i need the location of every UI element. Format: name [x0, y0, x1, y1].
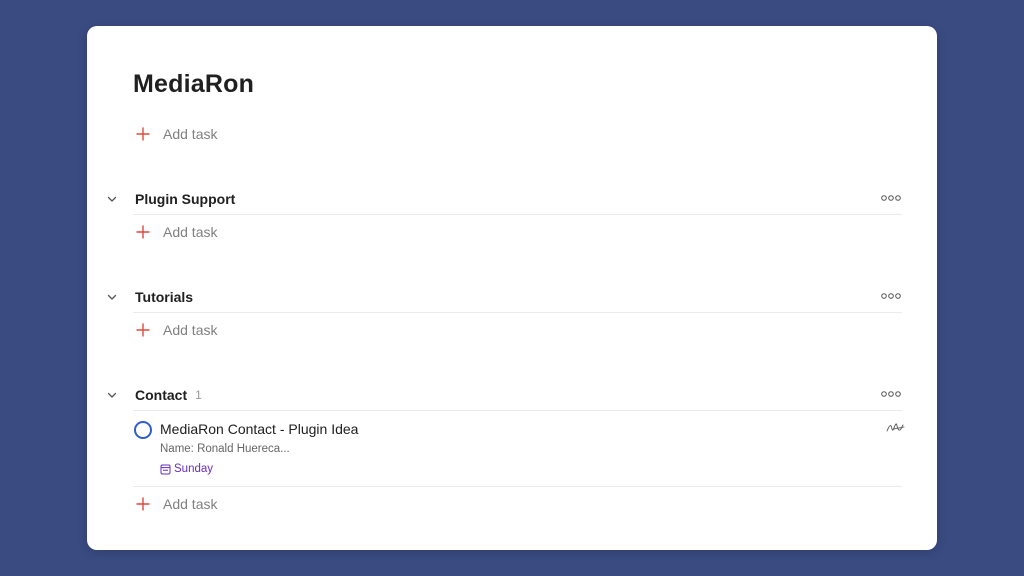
more-options-icon[interactable]	[880, 191, 902, 205]
task-checkbox[interactable]	[134, 421, 152, 439]
section-divider	[133, 214, 902, 215]
section-divider	[133, 312, 902, 313]
project-title: MediaRon	[133, 70, 255, 98]
add-task-label: Add task	[163, 126, 218, 142]
add-task-label: Add task	[163, 496, 218, 512]
task-title[interactable]: MediaRon Contact - Plugin Idea	[160, 421, 358, 437]
task-divider	[133, 486, 902, 487]
plus-icon	[136, 497, 150, 511]
section-header-tutorials: Tutorials	[105, 284, 902, 310]
section-header-contact: Contact 1	[105, 382, 902, 408]
task-due-label: Sunday	[174, 463, 214, 475]
task-due-date[interactable]: Sunday	[160, 463, 213, 475]
plus-icon	[136, 323, 150, 337]
task-description: Name: Ronald Huereca...	[160, 443, 290, 455]
plus-icon	[136, 225, 150, 239]
section-task-count: 1	[195, 388, 202, 402]
more-options-icon[interactable]	[880, 387, 902, 401]
chevron-down-icon[interactable]	[105, 388, 119, 402]
add-task-label: Add task	[163, 224, 218, 240]
plus-icon	[136, 127, 150, 141]
add-task-label: Add task	[163, 322, 218, 338]
calendar-icon	[160, 464, 171, 474]
project-panel: MediaRon Add task Plugin Support Add tas…	[87, 26, 937, 550]
section-name: Contact	[135, 387, 188, 403]
add-task-button[interactable]: Add task	[135, 123, 217, 145]
chevron-down-icon[interactable]	[105, 290, 119, 304]
section-name: Tutorials	[135, 289, 194, 305]
add-task-button-contact[interactable]: Add task	[135, 493, 217, 515]
assignee-signature-icon[interactable]	[885, 420, 905, 436]
add-task-button-plugin-support[interactable]: Add task	[135, 221, 217, 243]
task-item[interactable]: MediaRon Contact - Plugin Idea Name: Ron…	[133, 418, 905, 482]
section-divider	[133, 410, 902, 411]
add-task-button-tutorials[interactable]: Add task	[135, 319, 217, 341]
chevron-down-icon[interactable]	[105, 192, 119, 206]
section-header-plugin-support: Plugin Support	[105, 186, 902, 212]
more-options-icon[interactable]	[880, 289, 902, 303]
section-name: Plugin Support	[135, 191, 236, 207]
